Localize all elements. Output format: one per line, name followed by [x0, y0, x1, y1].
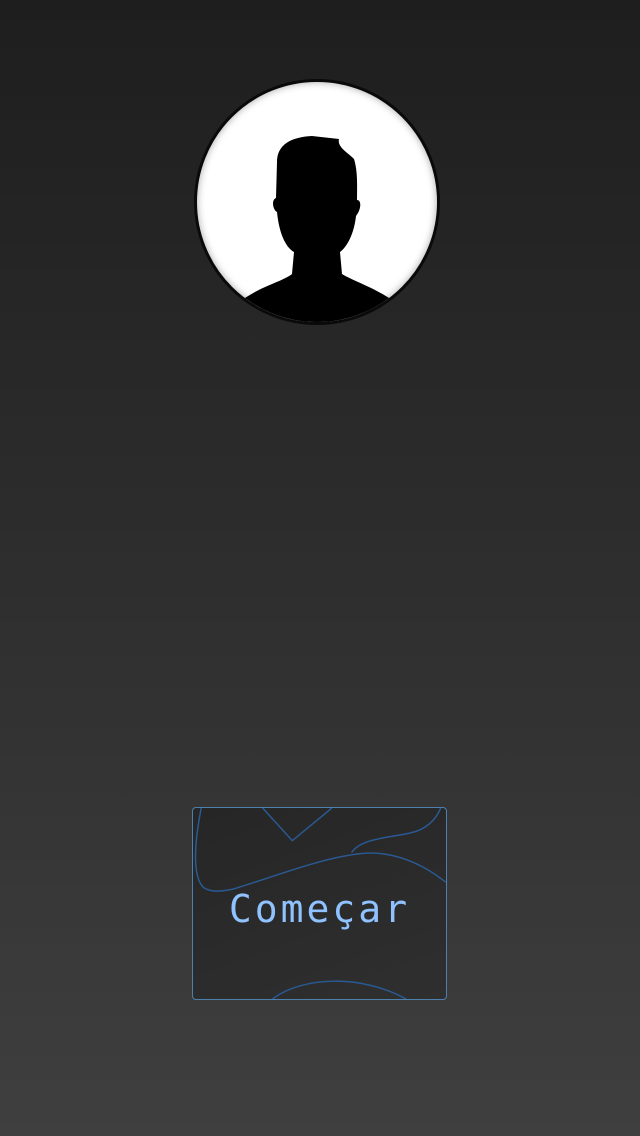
person-silhouette-icon — [237, 136, 397, 322]
start-button[interactable]: Começar — [192, 807, 447, 1000]
start-button-label: Começar — [228, 887, 411, 931]
profile-avatar[interactable] — [194, 79, 440, 325]
